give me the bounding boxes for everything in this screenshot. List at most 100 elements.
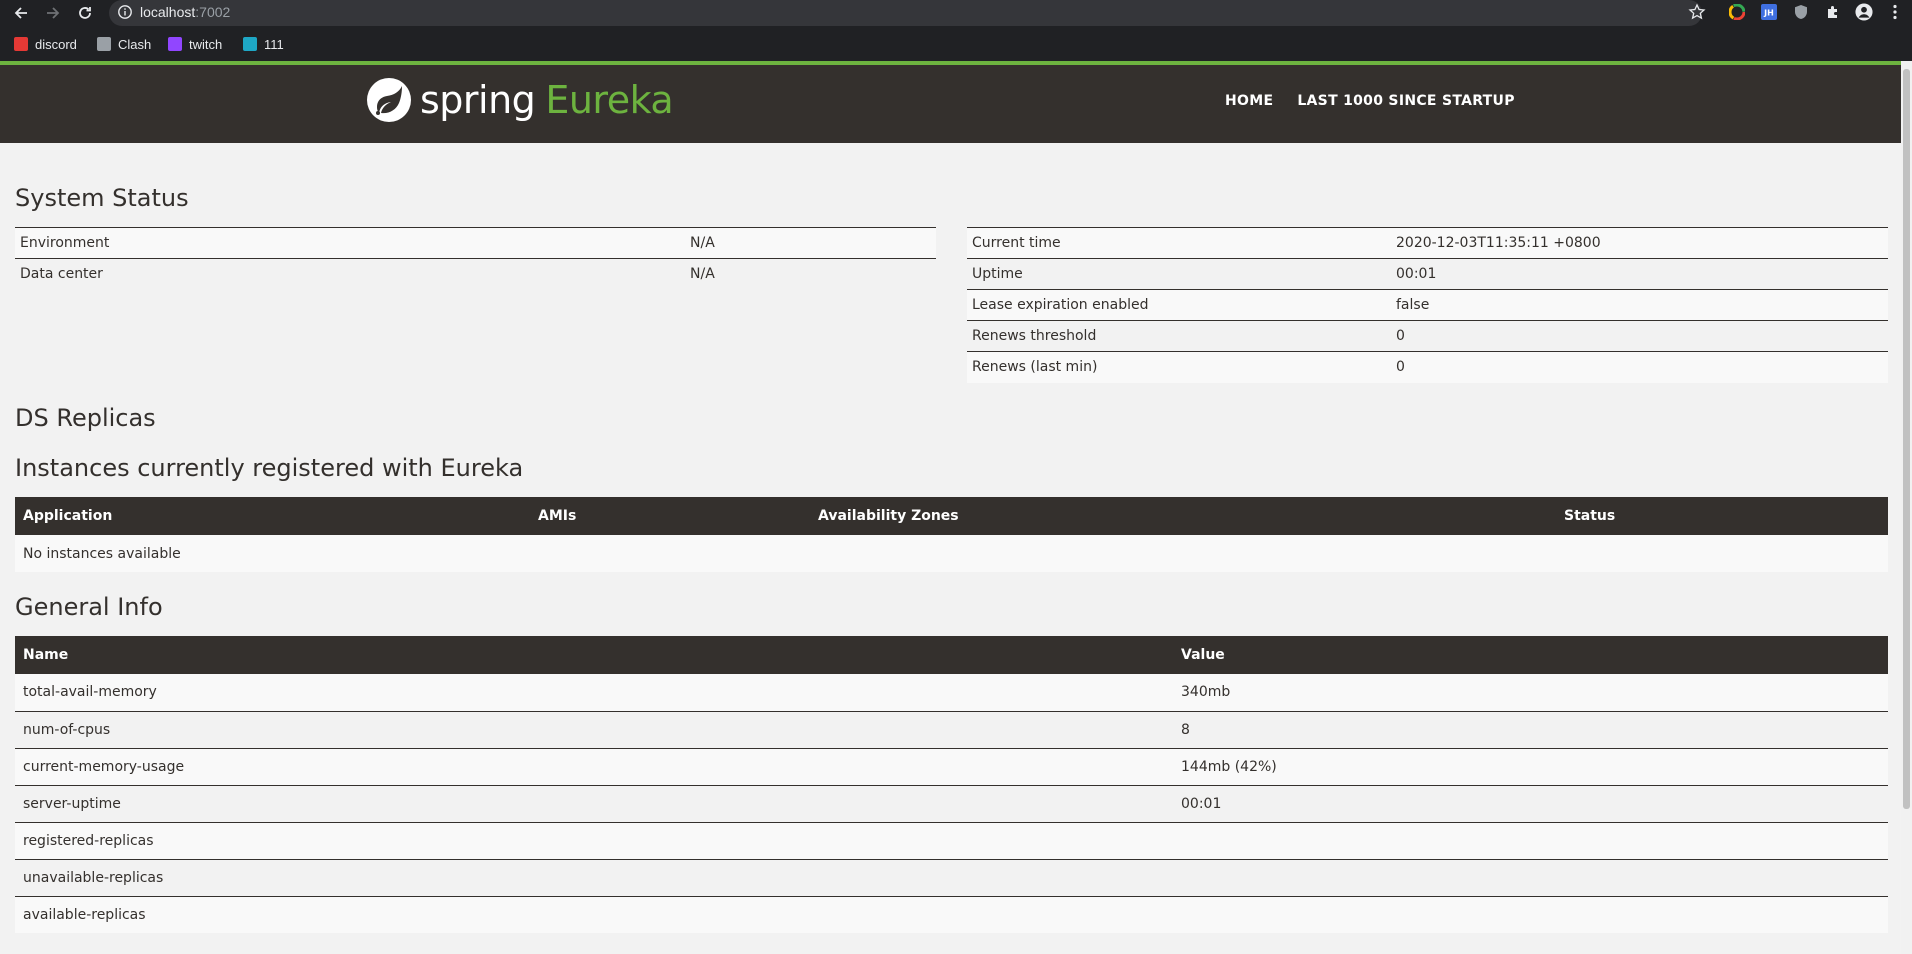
chrome-colors-icon[interactable] [1728,3,1746,21]
spring-eureka-logo[interactable]: spring Eureka [366,77,674,123]
profile-icon[interactable] [1855,3,1873,21]
discord-icon [14,37,28,51]
col-value: Value [1173,636,1888,674]
back-arrow-icon [14,7,27,19]
table-row: available-replicas [15,895,1888,933]
info-name: num-of-cpus [15,710,1173,748]
info-value: 00:01 [1173,784,1888,822]
brand-eureka: Eureka [545,78,674,122]
bookmark-label: twitch [189,36,223,52]
general-info-table: Name Value total-avail-memory 340mb num-… [15,636,1888,933]
brand-spring: spring [420,78,536,122]
table-row: No instances available [15,535,1888,572]
site-info-icon[interactable] [117,4,133,20]
puzzle-icon[interactable] [1824,3,1842,21]
status-key: Uptime [967,258,1391,290]
status-key: Data center [15,258,685,290]
info-name: available-replicas [15,895,1173,933]
jh-extension-icon[interactable]: JH [1760,3,1778,21]
table-row: Renews threshold 0 [967,320,1888,352]
info-value: 340mb [1173,674,1888,711]
eureka-navbar: spring Eureka HOME LAST 1000 SINCE START… [0,61,1901,143]
info-value [1173,821,1888,859]
info-value: 8 [1173,710,1888,748]
info-name: registered-replicas [15,821,1173,859]
col-amis: AMIs [530,497,810,535]
bookmark-label: Clash [118,36,152,52]
table-row: total-avail-memory 340mb [15,674,1888,711]
col-name: Name [15,636,1173,674]
forward-arrow-icon [47,7,60,19]
table-row: Current time 2020-12-03T11:35:11 +0800 [967,227,1888,259]
twitch-icon [168,37,182,51]
table-row: current-memory-usage 144mb (42%) [15,747,1888,785]
table-row: Data center N/A [15,258,936,290]
url-host: localhost [140,4,196,20]
svg-text:JH: JH [1763,9,1774,18]
status-value: 2020-12-03T11:35:11 +0800 [1391,227,1888,259]
page-viewport: spring Eureka HOME LAST 1000 SINCE START… [0,61,1912,954]
info-name: current-memory-usage [15,747,1173,785]
table-row: unavailable-replicas [15,858,1888,896]
clash-icon [97,37,111,51]
back-button[interactable] [8,0,34,26]
col-application: Application [15,497,530,535]
instances-title: Instances currently registered with Eure… [15,454,524,482]
system-status-right-table: Current time 2020-12-03T11:35:11 +0800 U… [967,227,1888,383]
page-scrollbar[interactable] [1901,61,1912,954]
bookmark-twitch[interactable]: twitch [168,35,222,53]
status-value: false [1391,289,1888,321]
status-key: Current time [967,227,1391,259]
bookmark-discord[interactable]: discord [14,35,77,53]
browser-toolbar: localhost:7002 JH [0,0,1912,27]
table-header-row: Application AMIs Availability Zones Stat… [15,497,1888,535]
top-nav: HOME LAST 1000 SINCE STARTUP [1225,93,1515,109]
bookmark-111[interactable]: 111 [243,35,284,53]
status-value: 00:01 [1391,258,1888,290]
info-value [1173,858,1888,896]
table-row: Renews (last min) 0 [967,351,1888,383]
url-port: :7002 [195,4,231,20]
ds-replicas-title: DS Replicas [15,404,156,432]
info-name: server-uptime [15,784,1173,822]
bookmark-111-icon [243,37,257,51]
table-row: server-uptime 00:01 [15,784,1888,822]
status-value: N/A [685,227,936,259]
nav-home[interactable]: HOME [1225,93,1273,109]
table-row: Environment N/A [15,227,936,259]
instances-table: Application AMIs Availability Zones Stat… [15,497,1888,572]
status-value: 0 [1391,320,1888,352]
status-key: Renews (last min) [967,351,1391,383]
table-row: Lease expiration enabled false [967,289,1888,321]
info-name: unavailable-replicas [15,858,1173,896]
nav-last-1000[interactable]: LAST 1000 SINCE STARTUP [1297,93,1514,109]
bookmark-label: 111 [264,36,284,52]
table-row: registered-replicas [15,821,1888,859]
spring-leaf-icon [367,78,411,122]
reload-icon [79,7,91,19]
bookmark-clash[interactable]: Clash [97,35,151,53]
status-key: Environment [15,227,685,259]
bookmarks-bar: discord Clash twitch 111 [0,27,1912,61]
status-value: 0 [1391,351,1888,383]
table-row: Uptime 00:01 [967,258,1888,290]
info-value [1173,895,1888,933]
table-header-row: Name Value [15,636,1888,674]
no-instances-text: No instances available [15,535,1888,572]
col-availability-zones: Availability Zones [810,497,1556,535]
address-bar[interactable] [109,0,1702,26]
forward-button[interactable] [40,0,66,26]
bookmark-label: discord [35,36,77,52]
status-key: Lease expiration enabled [967,289,1391,321]
shield-extension-icon[interactable] [1792,3,1810,21]
status-key: Renews threshold [967,320,1391,352]
reload-button[interactable] [72,0,98,26]
url-text[interactable]: localhost:7002 [140,4,230,20]
system-status-left-table: Environment N/A Data center N/A [15,227,936,290]
col-status: Status [1556,497,1888,535]
scrollbar-thumb[interactable] [1903,69,1910,809]
status-value: N/A [685,258,936,290]
system-status-title: System Status [15,184,189,212]
menu-dots-icon[interactable] [1886,3,1904,21]
bookmark-star-icon[interactable] [1688,3,1706,21]
